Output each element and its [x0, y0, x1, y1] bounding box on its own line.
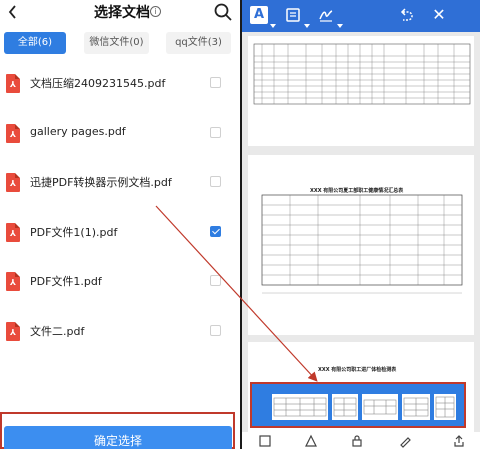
file-name: 文档压缩2409231545.pdf — [30, 77, 166, 90]
dropdown-triangle-icon — [337, 24, 343, 28]
file-name: gallery pages.pdf — [30, 125, 126, 138]
pdf-file-icon: ⅄ — [6, 322, 20, 341]
back-chevron-icon[interactable] — [6, 2, 20, 22]
file-checkbox[interactable] — [210, 325, 221, 336]
tab-all[interactable]: 全部(6) — [4, 32, 66, 54]
file-checkbox[interactable] — [210, 77, 221, 88]
file-item[interactable]: ⅄ 迅捷PDF转换器示例文档.pdf — [0, 163, 240, 211]
page-thumbnail[interactable] — [434, 394, 456, 420]
page-thumbnail[interactable] — [272, 394, 328, 420]
lock-icon[interactable] — [350, 434, 364, 448]
pdf-file-icon: ⅄ — [6, 173, 20, 192]
table-grid — [253, 43, 471, 105]
share-icon[interactable] — [452, 434, 466, 448]
file-name: 迅捷PDF转换器示例文档.pdf — [30, 176, 172, 189]
file-item[interactable]: ⅄ gallery pages.pdf — [0, 114, 240, 162]
search-icon[interactable] — [213, 2, 233, 22]
picker-header: 选择文档 i — [0, 0, 240, 28]
page-title: 选择文档 — [94, 5, 150, 21]
file-item[interactable]: ⅄ 文件二.pdf — [0, 312, 240, 360]
file-item[interactable]: ⅄ PDF文件1.pdf — [0, 262, 240, 310]
shape-icon[interactable] — [304, 434, 318, 448]
pen-icon[interactable] — [398, 434, 412, 448]
pdf-file-icon: ⅄ — [6, 272, 20, 291]
file-item[interactable]: ⅄ 文档压缩2409231545.pdf — [0, 64, 240, 112]
tab-qq-files[interactable]: qq文件(3) — [166, 32, 231, 54]
save-icon[interactable] — [258, 434, 272, 448]
close-icon[interactable]: ✕ — [430, 6, 448, 24]
file-name: PDF文件1.pdf — [30, 275, 102, 288]
file-checkbox[interactable] — [210, 127, 221, 138]
page-thumbnail[interactable] — [332, 394, 358, 420]
tab-wechat-files[interactable]: 微信文件(0) — [84, 32, 149, 54]
page-thumbnail[interactable] — [402, 394, 430, 420]
file-checkbox-checked[interactable] — [210, 226, 221, 237]
editor-toolbar: A ✕ — [242, 0, 480, 32]
page-thumbnail[interactable] — [362, 394, 398, 420]
confirm-highlight: 确定选择 — [0, 412, 235, 449]
file-checkbox[interactable] — [210, 275, 221, 286]
pdf-file-icon: ⅄ — [6, 223, 20, 242]
dropdown-triangle-icon — [270, 24, 276, 28]
file-name: 文件二.pdf — [30, 325, 85, 338]
pdf-file-icon: ⅄ — [6, 74, 20, 93]
editor-bottom-bar — [242, 432, 480, 449]
dropdown-triangle-icon — [304, 24, 310, 28]
file-name: PDF文件1(1).pdf — [30, 226, 118, 239]
page3-title: XXX 有限公司职工进厂体检检测表 — [318, 367, 397, 373]
summary-table-grid — [261, 194, 463, 294]
pdf-page-1 — [248, 36, 474, 146]
file-picker-panel: 选择文档 i 全部(6) 微信文件(0) qq文件(3) ⅄ 文档压缩24092… — [0, 0, 240, 449]
pdf-file-icon: ⅄ — [6, 124, 20, 143]
undo-icon[interactable] — [397, 6, 415, 24]
screen: 选择文档 i 全部(6) 微信文件(0) qq文件(3) ⅄ 文档压缩24092… — [0, 0, 480, 449]
note-icon[interactable] — [284, 6, 302, 24]
file-item[interactable]: ⅄ PDF文件1(1).pdf — [0, 213, 240, 261]
file-checkbox[interactable] — [210, 176, 221, 187]
signature-icon[interactable] — [317, 6, 335, 24]
filter-tabs: 全部(6) 微信文件(0) qq文件(3) — [0, 32, 240, 54]
info-icon[interactable]: i — [150, 6, 161, 17]
pdf-page-2: XXX 有限公司夏工部职工健康情况汇总表 — [248, 155, 474, 335]
pdf-editor-panel: A ✕ XXX 有限公司夏工部职工健康情况汇总表 XXX 有限公司职工进厂体检检… — [242, 0, 480, 449]
confirm-button[interactable]: 确定选择 — [4, 426, 232, 449]
page-thumbnail-strip[interactable] — [250, 382, 466, 428]
text-tool-icon[interactable]: A — [250, 6, 268, 24]
